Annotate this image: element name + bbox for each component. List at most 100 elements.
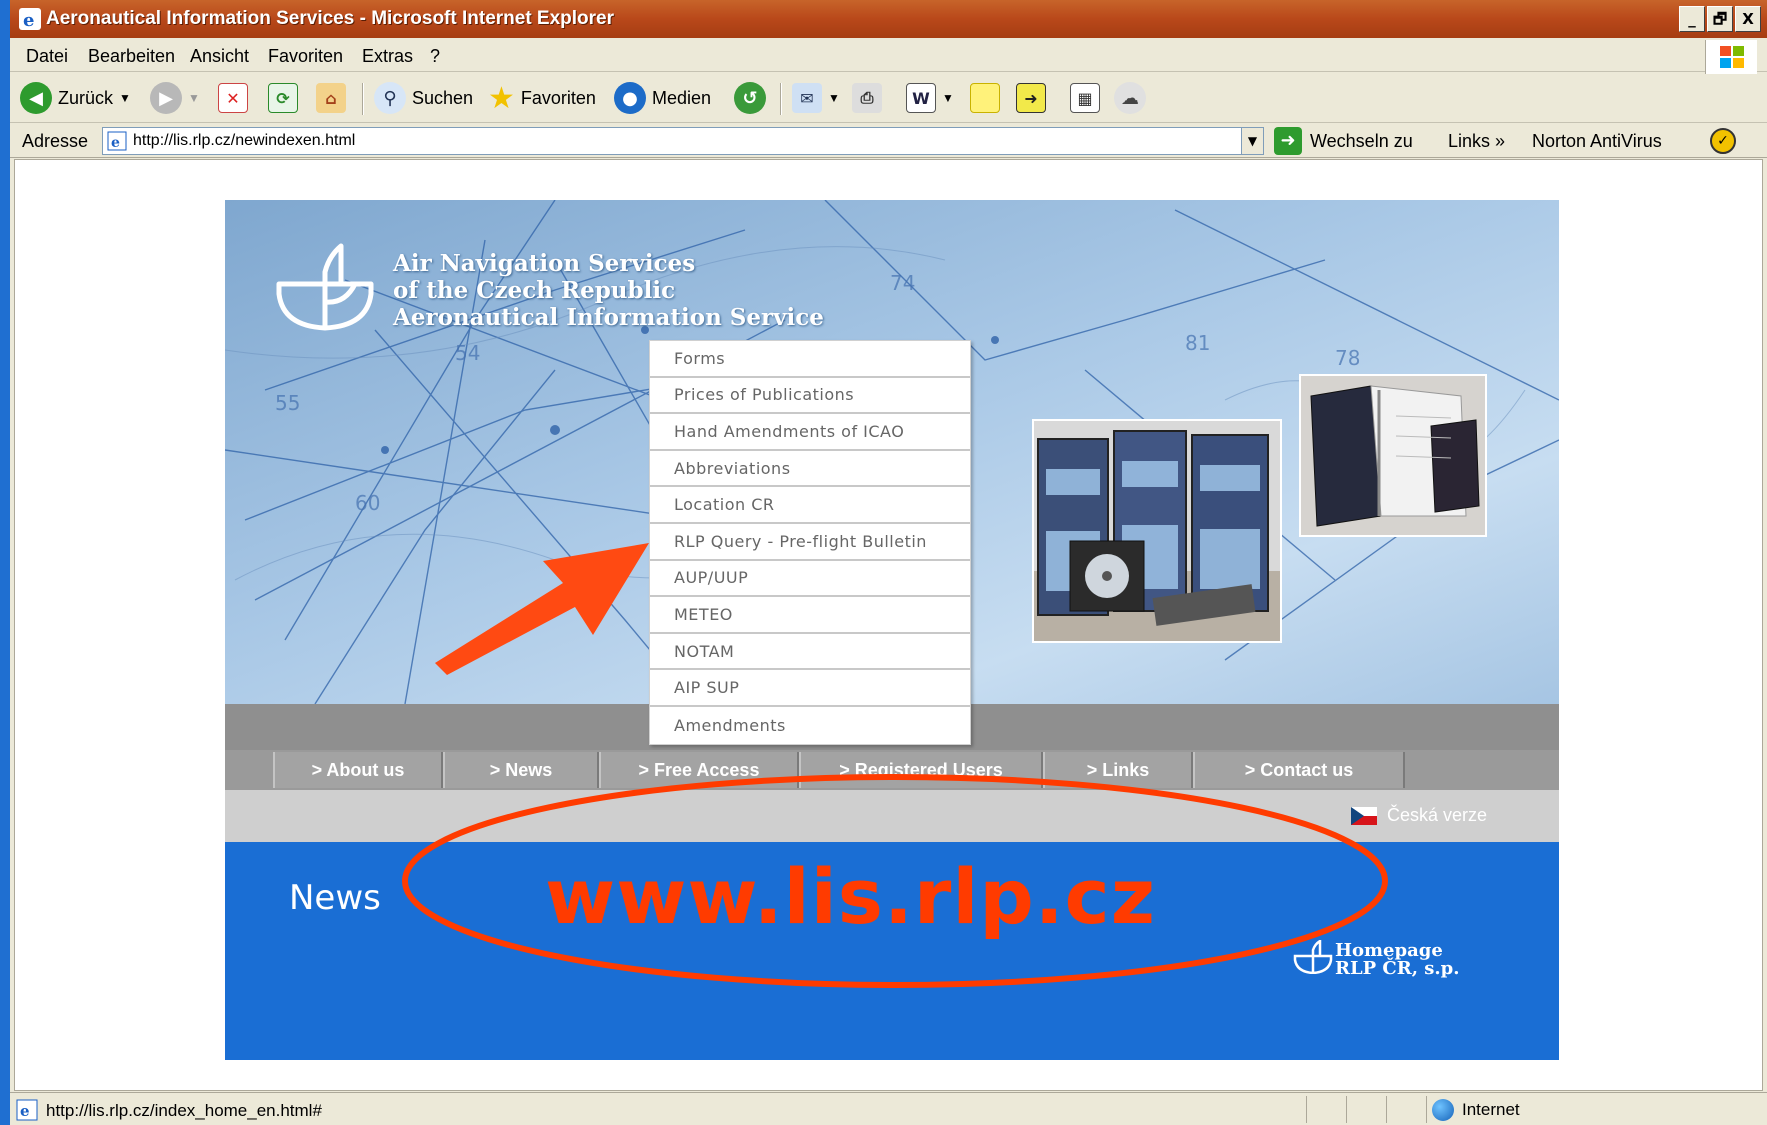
calculator-button[interactable]: ▦: [1070, 80, 1100, 116]
messenger-button[interactable]: ☁: [1114, 80, 1146, 116]
dropdown-item-aip-sup[interactable]: AIP SUP: [650, 670, 970, 707]
links-button[interactable]: Links »: [1448, 131, 1505, 152]
toolbar-separator: [780, 83, 782, 115]
refresh-button[interactable]: ⟳: [268, 80, 298, 116]
messenger-icon: ☁: [1114, 82, 1146, 114]
media-button[interactable]: ● Medien: [614, 80, 711, 116]
page-icon: e: [107, 131, 127, 151]
toolbar-separator: [362, 83, 364, 115]
svg-text:e: e: [23, 10, 34, 31]
website: 546057 748178 55: [225, 200, 1559, 1060]
dropdown-item-aup-uup[interactable]: AUP/UUP: [650, 561, 970, 598]
svg-text:81: 81: [1185, 331, 1210, 355]
menu-datei[interactable]: Datei: [26, 46, 68, 67]
go-label: Wechseln zu: [1310, 130, 1413, 151]
dropdown-item-abbreviations[interactable]: Abbreviations: [650, 451, 970, 488]
status-bar: e http://lis.rlp.cz/index_home_en.html# …: [10, 1092, 1767, 1125]
norton-icon[interactable]: ✓: [1710, 128, 1736, 154]
chevron-down-icon: ▼: [188, 91, 200, 105]
star-icon: ★: [488, 81, 515, 115]
status-cell: [1306, 1096, 1346, 1123]
norton-button[interactable]: Norton AntiVirus: [1532, 131, 1662, 152]
toolbar: ◀ Zurück ▼ ▶ ▼ ✕ ⟳ ⌂ ⚲ Suchen ★ Favorite…: [10, 73, 1767, 123]
binder-photo: [1299, 374, 1487, 537]
ie-icon: e: [19, 8, 41, 31]
dropdown-item-rlp-query[interactable]: RLP Query - Pre-flight Bulletin: [650, 524, 970, 561]
address-label: Adresse: [22, 131, 89, 151]
zone-label: Internet: [1462, 1100, 1520, 1119]
page-status-icon: e: [16, 1099, 38, 1121]
news-heading: News: [289, 878, 381, 918]
close-button[interactable]: X: [1735, 6, 1761, 32]
home-button[interactable]: ⌂: [316, 80, 346, 116]
forward-button[interactable]: ▶ ▼: [150, 80, 200, 116]
page-viewport: 546057 748178 55: [14, 159, 1763, 1091]
ans-logo-icon: [276, 243, 374, 331]
media-globe-icon: ●: [614, 82, 646, 114]
chevron-down-icon: ▼: [828, 91, 840, 105]
org-line-1: Air Navigation Services: [393, 250, 696, 277]
history-button[interactable]: ↺: [734, 80, 766, 116]
svg-text:54: 54: [455, 341, 480, 365]
forward-arrow-icon: ▶: [150, 82, 182, 114]
back-label: Zurück: [58, 87, 114, 108]
dropdown-item-location-cr[interactable]: Location CR: [650, 487, 970, 524]
stop-icon: ✕: [218, 83, 248, 113]
menu-help[interactable]: ?: [430, 46, 440, 67]
go-arrow-icon: ➜: [1274, 127, 1302, 155]
free-access-dropdown: Forms Prices of Publications Hand Amendm…: [649, 340, 971, 745]
dropdown-item-meteo[interactable]: METEO: [650, 597, 970, 634]
search-icon: ⚲: [374, 82, 406, 114]
menu-favoriten[interactable]: Favoriten: [268, 46, 343, 67]
annotation-ellipse-icon: [402, 774, 1388, 988]
svg-text:e: e: [20, 1102, 30, 1120]
dropdown-item-forms[interactable]: Forms: [650, 341, 970, 378]
dropdown-item-notam[interactable]: NOTAM: [650, 634, 970, 671]
print-icon: ⎙: [852, 83, 882, 113]
stop-button[interactable]: ✕: [218, 80, 248, 116]
menu-bar: Datei Bearbeiten Ansicht Favoriten Extra…: [10, 38, 1767, 72]
title-bar: e Aeronautical Information Services - Mi…: [10, 0, 1767, 38]
back-button[interactable]: ◀ Zurück ▼: [20, 80, 131, 116]
svg-text:78: 78: [1335, 346, 1360, 370]
chevron-down-icon: ▼: [942, 91, 954, 105]
restore-button[interactable]: 🗗: [1707, 6, 1733, 32]
chevron-down-icon: ▼: [119, 91, 131, 105]
svg-text:74: 74: [890, 271, 915, 295]
print-button[interactable]: ⎙: [852, 80, 882, 116]
menu-bearbeiten[interactable]: Bearbeiten: [88, 46, 175, 67]
status-cell: [1346, 1096, 1386, 1123]
menu-extras[interactable]: Extras: [362, 46, 413, 67]
mail-button[interactable]: ✉ ▼: [792, 80, 840, 116]
annotation-arrow-icon: [435, 543, 649, 675]
org-line-3: Aeronautical Information Service: [393, 304, 824, 331]
address-bar: Adresse e http://lis.rlp.cz/newindexen.h…: [10, 124, 1767, 158]
address-input[interactable]: e http://lis.rlp.cz/newindexen.html ▼: [102, 127, 1264, 155]
dropdown-item-amendments[interactable]: Amendments: [650, 707, 970, 744]
dropdown-item-prices[interactable]: Prices of Publications: [650, 378, 970, 415]
windows-logo-icon: [1705, 40, 1757, 74]
go-button[interactable]: ➜ Wechseln zu: [1274, 127, 1413, 155]
mail-icon: ✉: [792, 83, 822, 113]
internet-globe-icon: [1432, 1099, 1454, 1121]
menu-ansicht[interactable]: Ansicht: [190, 46, 249, 67]
search-button[interactable]: ⚲ Suchen: [374, 80, 473, 116]
minimize-button[interactable]: _: [1679, 6, 1705, 32]
address-url: http://lis.rlp.cz/newindexen.html: [133, 132, 356, 149]
window-title: Aeronautical Information Services - Micr…: [46, 8, 615, 29]
address-dropdown-button[interactable]: ▼: [1241, 128, 1263, 154]
favorites-button[interactable]: ★ Favoriten: [488, 80, 596, 116]
svg-text:55: 55: [275, 391, 300, 415]
media-label: Medien: [652, 87, 712, 108]
browser-window: e Aeronautical Information Services - Mi…: [10, 0, 1767, 1125]
dropdown-item-hand-amendments[interactable]: Hand Amendments of ICAO: [650, 414, 970, 451]
svg-text:e: e: [111, 135, 120, 151]
publications-photo: [1032, 419, 1282, 643]
go-arrow-button[interactable]: ➜: [1016, 80, 1046, 116]
svg-text:60: 60: [355, 491, 380, 515]
notes-button[interactable]: [970, 80, 1000, 116]
status-cell: [1386, 1096, 1426, 1123]
edit-button[interactable]: W ▼: [906, 80, 954, 116]
search-label: Suchen: [412, 87, 474, 108]
czech-version-label: Česká verze: [1387, 805, 1488, 825]
